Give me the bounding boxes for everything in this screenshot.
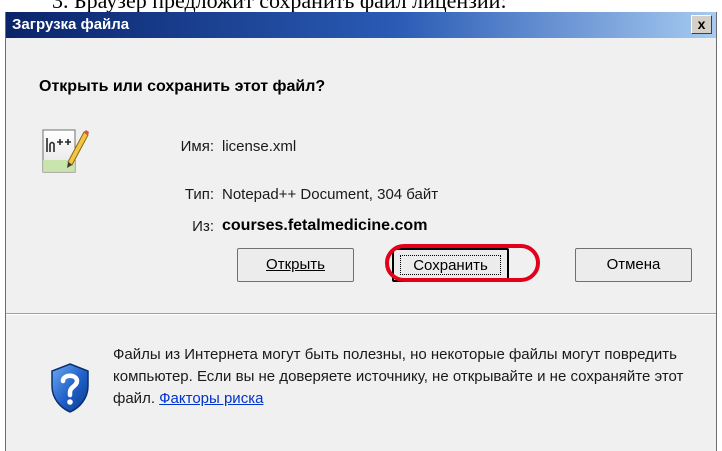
- close-button[interactable]: x: [691, 15, 712, 34]
- shield-question-icon: [48, 362, 92, 419]
- file-name: license.xml: [222, 138, 297, 155]
- type-label: Тип:: [184, 186, 214, 203]
- notepad-plus-plus-document-icon: [40, 124, 90, 185]
- file-type: Notepad++ Document, 304 байт: [222, 186, 439, 203]
- close-icon: x: [697, 16, 706, 32]
- dialog-question: Открыть или сохранить этот файл?: [39, 78, 326, 95]
- dialog-separator: [6, 313, 716, 315]
- save-highlight-annotation: [385, 244, 540, 282]
- open-button-label: Открыть: [266, 256, 325, 273]
- dialog-title: Загрузка файла: [12, 16, 130, 33]
- document-caption: 3. Браузер предложит сохранить файл лице…: [52, 0, 507, 12]
- document-caption-strip: 3. Браузер предложит сохранить файл лице…: [0, 0, 722, 12]
- from-label: Из:: [192, 218, 214, 235]
- cancel-button[interactable]: Отмена: [575, 248, 692, 282]
- risk-factors-link[interactable]: Факторы риска: [159, 390, 263, 407]
- cancel-button-label: Отмена: [606, 256, 661, 273]
- file-download-dialog: Загрузка файла x Открыть или сохранить э…: [5, 12, 717, 451]
- file-source: courses.fetalmedicine.com: [222, 217, 428, 234]
- name-label: Имя:: [180, 138, 214, 155]
- open-button[interactable]: Открыть: [237, 248, 354, 282]
- security-warning: Файлы из Интернета могут быть полезны, н…: [113, 344, 703, 410]
- dialog-titlebar[interactable]: Загрузка файла x: [6, 12, 716, 38]
